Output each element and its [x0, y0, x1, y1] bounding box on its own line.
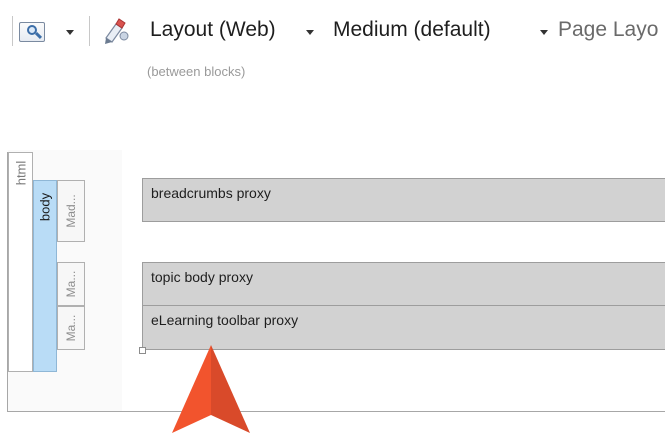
body-tag-label: body: [37, 192, 53, 222]
block-tag-tab-ma1[interactable]: Ma...: [57, 262, 85, 306]
pen-ribbon-icon[interactable]: [102, 16, 132, 46]
block-tag-label: Mad...: [64, 194, 78, 228]
resize-handle[interactable]: [139, 347, 146, 354]
html-tag-tab[interactable]: html: [8, 152, 33, 372]
layout-medium-dropdown[interactable]: Layout (Web): [150, 18, 276, 42]
block-tag-tab-mad[interactable]: Mad...: [57, 180, 85, 242]
proxy-label: breadcrumbs proxy: [151, 185, 271, 201]
chevron-down-icon[interactable]: [306, 30, 314, 35]
chevron-down-icon[interactable]: [66, 30, 74, 35]
medium-dropdown[interactable]: Medium (default): [333, 18, 491, 42]
breadcrumbs-proxy[interactable]: breadcrumbs proxy: [142, 178, 665, 222]
block-tag-label: Ma...: [64, 270, 78, 298]
between-blocks-hint: (between blocks): [147, 64, 246, 79]
toolbar-separator: [89, 16, 90, 46]
block-tag-tab-ma2[interactable]: Ma...: [57, 306, 85, 350]
view-dropdown-button[interactable]: [18, 20, 48, 46]
frame-bottom-border: [7, 411, 665, 412]
page-layout-dropdown[interactable]: Page Layo: [558, 18, 658, 42]
proxy-label: eLearning toolbar proxy: [151, 312, 299, 328]
block-tag-label: Ma...: [64, 314, 78, 342]
html-tag-label: html: [13, 160, 28, 186]
topic-body-proxy[interactable]: topic body proxy: [142, 262, 665, 306]
toolbar-separator: [12, 16, 13, 46]
body-tag-tab[interactable]: body: [33, 180, 57, 372]
chevron-down-icon[interactable]: [540, 30, 548, 35]
orange-arrow-pointer-icon: [172, 345, 250, 433]
proxy-label: topic body proxy: [151, 269, 253, 285]
toolbar: Layout (Web) Medium (default) Page Layo: [0, 0, 665, 62]
